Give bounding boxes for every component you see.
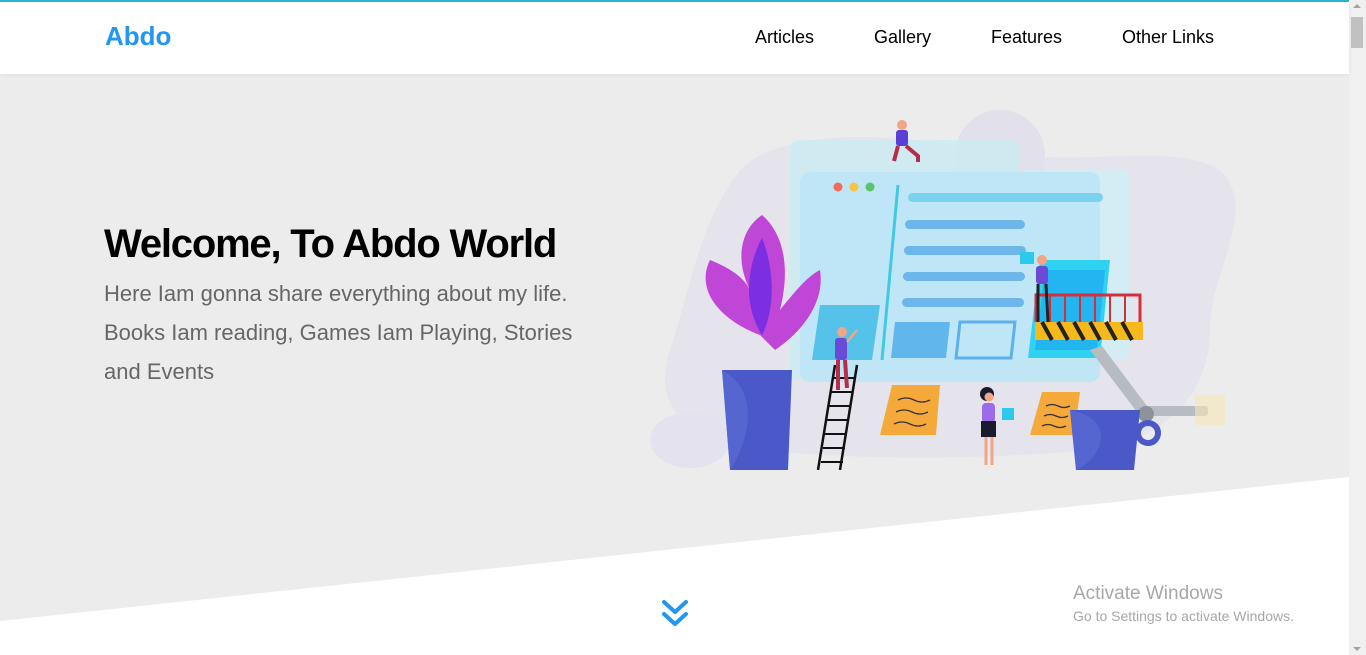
scroll-down-arrow-icon[interactable] (1353, 647, 1361, 651)
nav-link-gallery[interactable]: Gallery (874, 27, 931, 48)
double-chevron-down-icon[interactable] (660, 598, 690, 630)
website-construction-illustration (650, 110, 1236, 470)
scrollbar-thumb[interactable] (1351, 17, 1363, 48)
watermark-title: Activate Windows (1073, 583, 1223, 604)
nav-link-features[interactable]: Features (991, 27, 1062, 48)
landing-section: Welcome, To Abdo World Here Iam gonna sh… (0, 74, 1349, 655)
nav-link-other-links[interactable]: Other Links (1122, 27, 1214, 48)
landing-description: Here Iam gonna share everything about my… (104, 281, 573, 384)
watermark-subtitle: Go to Settings to activate Windows. (1073, 608, 1294, 624)
activate-windows-watermark: Activate Windows Go to Settings to activ… (1073, 582, 1294, 626)
landing-title: Welcome, To Abdo World (104, 222, 557, 266)
header: Abdo Articles Gallery Features Other Lin… (0, 2, 1349, 74)
nav-link-articles[interactable]: Articles (755, 27, 814, 48)
logo[interactable]: Abdo (105, 21, 171, 52)
vertical-scrollbar[interactable] (1349, 0, 1366, 655)
scroll-up-arrow-icon[interactable] (1353, 4, 1361, 8)
